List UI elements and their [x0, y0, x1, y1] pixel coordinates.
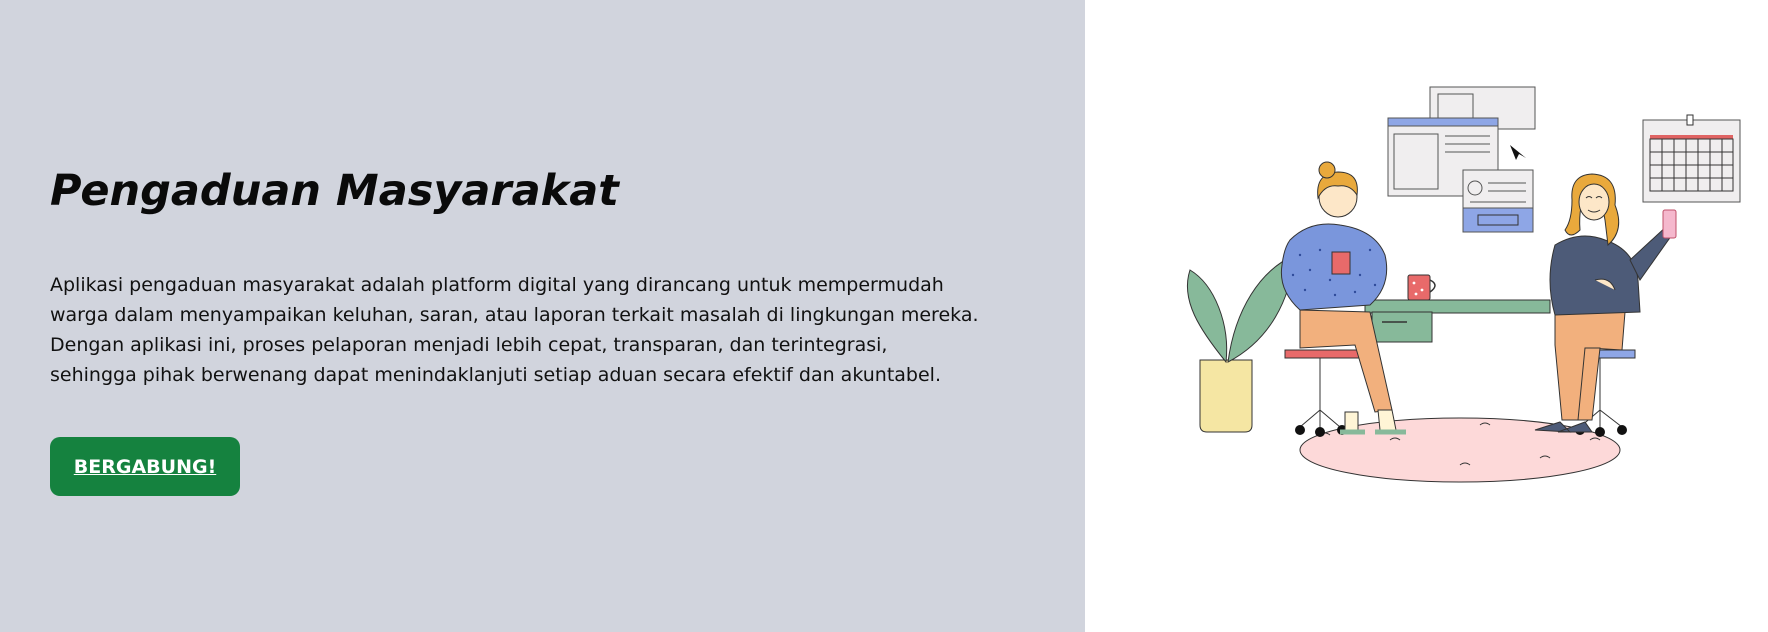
hero-illustration	[1186, 86, 1741, 483]
calendar	[1642, 114, 1741, 203]
description-line: sehingga pihak berwenang dapat menindakl…	[50, 364, 941, 386]
description-line: Dengan aplikasi ini, proses pelaporan me…	[50, 334, 888, 356]
description-line: Aplikasi pengaduan masyarakat adalah pla…	[50, 274, 944, 296]
page-title: Pengaduan Masyarakat	[50, 166, 619, 216]
plant	[1186, 254, 1296, 433]
person-right	[1534, 173, 1677, 437]
description-line: warga dalam menyampaikan keluhan, saran,…	[50, 304, 979, 326]
join-button[interactable]: BERGABUNG!	[50, 437, 240, 496]
screen-windows	[1387, 86, 1536, 233]
hero-section: Pengaduan Masyarakat Aplikasi pengaduan …	[0, 0, 1085, 632]
hero-description: Aplikasi pengaduan masyarakat adalah pla…	[50, 270, 979, 390]
desk	[1364, 274, 1551, 343]
join-button-label: BERGABUNG!	[73, 455, 217, 478]
